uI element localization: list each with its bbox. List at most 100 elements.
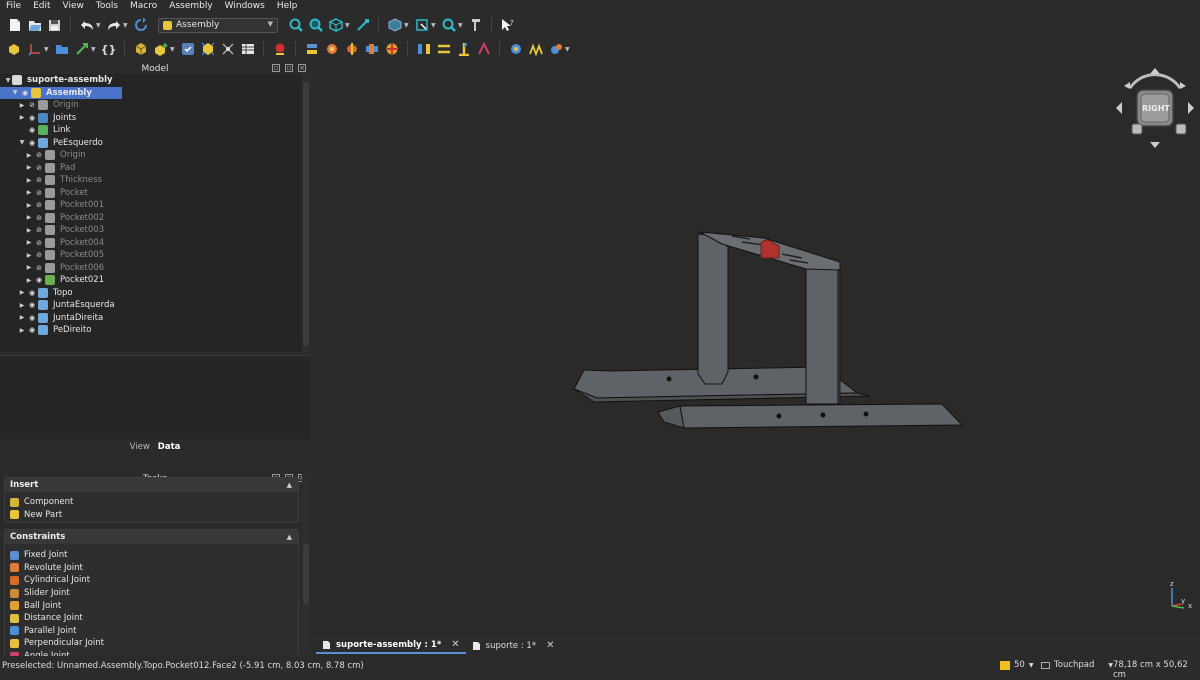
tree-item[interactable]: ▶ ⊘ Pocket xyxy=(0,187,304,200)
right-foot-plate[interactable] xyxy=(657,403,964,429)
expand-closed-icon[interactable]: ▶ xyxy=(25,227,33,234)
bom-button[interactable] xyxy=(239,41,256,58)
explode-button[interactable] xyxy=(199,41,216,58)
measure-button[interactable] xyxy=(354,17,371,34)
task-item[interactable]: Cylindrical Joint xyxy=(5,574,298,587)
menu-edit[interactable]: Edit xyxy=(27,0,56,13)
eye-hidden-icon[interactable]: ⊘ xyxy=(33,264,45,272)
tree-item[interactable]: ▶ ⊘ Thickness xyxy=(0,174,304,187)
insert-section-header[interactable]: Insert ▲ xyxy=(5,478,298,492)
std-views-dropdown-icon[interactable]: ▼ xyxy=(404,22,410,29)
new-document-button[interactable] xyxy=(6,17,23,34)
measure-tool-button[interactable] xyxy=(467,17,484,34)
menu-macro[interactable]: Macro xyxy=(124,0,163,13)
menu-help[interactable]: Help xyxy=(271,0,304,13)
angle-joint-button[interactable] xyxy=(475,41,492,58)
revolute-joint-button[interactable] xyxy=(323,41,340,58)
eye-icon[interactable]: ◉ xyxy=(26,326,38,334)
create-variable-set-button[interactable]: {} xyxy=(100,41,117,58)
3d-viewport[interactable]: RIGHT z y x xyxy=(312,62,1200,636)
create-link-button[interactable] xyxy=(73,41,90,58)
redo-button[interactable] xyxy=(105,17,122,34)
tasks-scrollbar[interactable] xyxy=(302,474,310,654)
scrollbar-thumb[interactable] xyxy=(303,82,309,346)
menu-windows[interactable]: Windows xyxy=(219,0,271,13)
cylindrical-joint-button[interactable] xyxy=(343,41,360,58)
expand-open-icon[interactable]: ▼ xyxy=(11,89,19,96)
distance-joint-button[interactable] xyxy=(415,41,432,58)
tab-data[interactable]: Data xyxy=(158,442,181,452)
close-icon[interactable]: ✕ xyxy=(546,640,554,651)
tree-item[interactable]: ▼ suporte-assembly xyxy=(0,74,304,87)
eye-hidden-icon[interactable]: ⊘ xyxy=(33,226,45,234)
joint-dropdown-icon[interactable]: ▼ xyxy=(565,46,571,53)
std-views-button[interactable] xyxy=(386,17,403,34)
close-icon[interactable]: ✕ xyxy=(451,639,459,650)
tree-item[interactable]: ▶ ⊘ Pocket006 xyxy=(0,262,304,275)
gear-joint-button[interactable] xyxy=(507,41,524,58)
rack-pinion-button[interactable] xyxy=(527,41,544,58)
datum-dropdown-icon[interactable]: ▼ xyxy=(44,46,50,53)
tree-item[interactable]: ▼ ◉ PeEsquerdo xyxy=(0,137,304,150)
eye-icon[interactable]: ◉ xyxy=(26,126,38,134)
eye-icon[interactable]: ◉ xyxy=(26,301,38,309)
expand-closed-icon[interactable]: ▶ xyxy=(25,239,33,246)
zoom-dropdown-icon[interactable]: ▼ xyxy=(458,22,464,29)
open-button[interactable] xyxy=(26,17,43,34)
expand-closed-icon[interactable]: ▶ xyxy=(25,202,33,209)
simulation-button[interactable] xyxy=(219,41,236,58)
tree-item[interactable]: ▶ ◉ Pocket021 xyxy=(0,274,304,287)
tree-item[interactable]: ▶ ⊘ Pad xyxy=(0,162,304,175)
eye-hidden-icon[interactable]: ⊘ xyxy=(33,164,45,172)
expand-closed-icon[interactable]: ▶ xyxy=(18,102,26,109)
tree-item[interactable]: ▶ ⊘ Pocket005 xyxy=(0,249,304,262)
refresh-button[interactable] xyxy=(132,17,149,34)
eye-icon[interactable]: ◉ xyxy=(26,289,38,297)
expand-closed-icon[interactable]: ▶ xyxy=(25,264,33,271)
create-datum-button[interactable] xyxy=(26,41,43,58)
tree-item[interactable]: ▶ ⊘ Origin xyxy=(0,99,304,112)
expand-open-icon[interactable]: ▼ xyxy=(4,77,12,84)
solve-assembly-button[interactable] xyxy=(179,41,196,58)
eye-hidden-icon[interactable]: ⊘ xyxy=(33,251,45,259)
tree-item[interactable]: ▶ ⊘ Pocket001 xyxy=(0,199,304,212)
ball-joint-button[interactable] xyxy=(383,41,400,58)
eye-icon[interactable]: ◉ xyxy=(19,89,31,97)
task-item[interactable]: Revolute Joint xyxy=(5,562,298,575)
tree-item[interactable]: ▶ ⊘ Pocket004 xyxy=(0,237,304,250)
isometric-view-button[interactable] xyxy=(327,17,344,34)
collapse-caret-icon[interactable]: ▲ xyxy=(287,481,292,489)
task-item[interactable]: Ball Joint xyxy=(5,599,298,612)
eye-icon[interactable]: ◉ xyxy=(33,276,45,284)
screw-joint-button[interactable] xyxy=(547,41,564,58)
eye-icon[interactable]: ◉ xyxy=(26,114,38,122)
redo-dropdown-icon[interactable]: ▼ xyxy=(123,22,129,29)
expand-closed-icon[interactable]: ▶ xyxy=(25,252,33,259)
left-leg[interactable] xyxy=(697,233,729,385)
scrollbar-thumb[interactable] xyxy=(303,544,309,604)
tab-view[interactable]: View xyxy=(130,442,150,452)
undo-dropdown-icon[interactable]: ▼ xyxy=(96,22,102,29)
view-dropdown-icon[interactable]: ▼ xyxy=(345,22,351,29)
task-item[interactable]: Parallel Joint xyxy=(5,625,298,638)
eye-icon[interactable]: ◉ xyxy=(26,139,38,147)
eye-hidden-icon[interactable]: ⊘ xyxy=(33,201,45,209)
slider-joint-button[interactable] xyxy=(363,41,380,58)
expand-closed-icon[interactable]: ▶ xyxy=(25,152,33,159)
task-item[interactable]: New Part xyxy=(5,509,298,522)
panel-close-icon[interactable]: × xyxy=(298,64,306,72)
tree-item[interactable]: ▼ ◉ Assembly xyxy=(0,86,122,99)
constraints-section-header[interactable]: Constraints ▲ xyxy=(5,530,298,544)
expand-closed-icon[interactable]: ▶ xyxy=(18,289,26,296)
link-dropdown-icon[interactable]: ▼ xyxy=(91,46,97,53)
eye-icon[interactable]: ◉ xyxy=(26,314,38,322)
expand-closed-icon[interactable]: ▶ xyxy=(25,164,33,171)
task-item[interactable]: Perpendicular Joint xyxy=(5,637,298,650)
expand-closed-icon[interactable]: ▶ xyxy=(25,189,33,196)
create-group-button[interactable] xyxy=(53,41,70,58)
menu-tools[interactable]: Tools xyxy=(90,0,124,13)
expand-closed-icon[interactable]: ▶ xyxy=(18,314,26,321)
new-part-button[interactable] xyxy=(6,41,23,58)
expand-closed-icon[interactable]: ▶ xyxy=(25,214,33,221)
box-select-dropdown-icon[interactable]: ▼ xyxy=(431,22,437,29)
